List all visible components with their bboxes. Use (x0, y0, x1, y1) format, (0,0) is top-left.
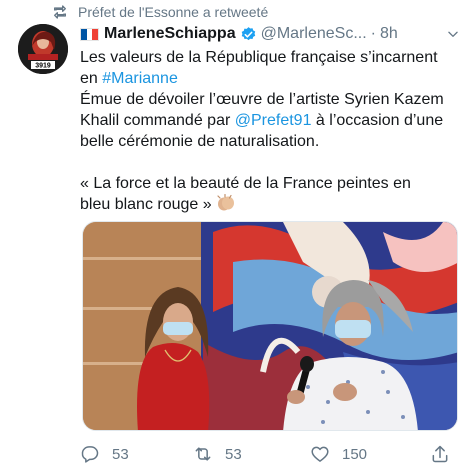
share-icon (432, 445, 448, 463)
tweet-line: « La force et la beauté de la France pei… (80, 175, 411, 192)
tweet-line: Khalil commandé par @Prefet91 à l’occasi… (80, 112, 444, 129)
retweet-header: Préfet de l'Essonne a retweeté (52, 2, 268, 22)
mention-link[interactable]: @Prefet91 (235, 112, 312, 129)
tweet-text: Les valeurs de la République française s… (80, 47, 468, 215)
tweet[interactable]: MarleneSchiappa @MarleneSc... · 8h Les v… (80, 22, 468, 215)
tweet-actions: 53 53 150 (80, 440, 470, 468)
author-handle[interactable]: @MarleneSc... (261, 25, 367, 43)
retweet-header-text: Préfet de l'Essonne a retweeté (78, 4, 269, 20)
verified-badge-icon (241, 26, 255, 40)
author-name[interactable]: MarleneSchiappa (104, 25, 236, 43)
hashtag-link[interactable]: #Marianne (102, 70, 178, 87)
retweet-count: 53 (225, 445, 242, 463)
retweet-icon (54, 5, 66, 19)
avatar[interactable]: 3919 (18, 24, 68, 74)
tweet-line: Émue de dévoiler l’œuvre de l’artiste Sy… (80, 91, 444, 108)
tweet-line: en #Marianne (80, 70, 178, 87)
tweet-line: bleu blanc rouge » (80, 194, 468, 215)
tweet-time[interactable]: 8h (380, 25, 398, 43)
reply-count: 53 (112, 445, 129, 463)
like-button[interactable]: 150 (310, 444, 367, 464)
reply-icon (81, 446, 99, 463)
tweet-line: belle cérémonie de naturalisation. (80, 133, 320, 150)
chevron-down-icon[interactable] (446, 27, 460, 41)
tweet-photo[interactable] (82, 221, 458, 431)
share-button[interactable] (430, 444, 462, 464)
heart-icon (311, 446, 329, 462)
france-flag-icon (80, 27, 99, 41)
reply-button[interactable]: 53 (80, 444, 129, 464)
retweet-button[interactable]: 53 (193, 444, 242, 464)
avatar-label: 3919 (35, 63, 51, 70)
separator: · (370, 25, 376, 42)
clapping-hands-icon (217, 194, 235, 211)
like-count: 150 (342, 445, 368, 463)
tweet-line: Les valeurs de la République française s… (80, 49, 438, 66)
retweet-icon (195, 447, 211, 461)
tweet-header: MarleneSchiappa @MarleneSc... · 8h (80, 22, 468, 46)
